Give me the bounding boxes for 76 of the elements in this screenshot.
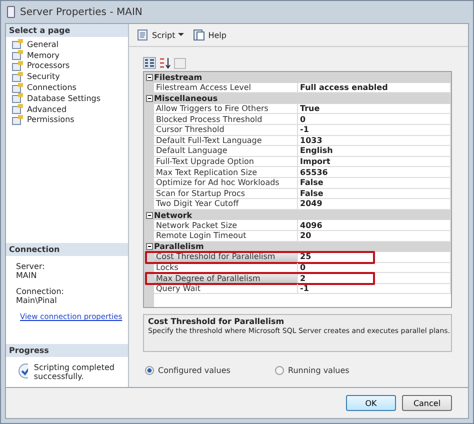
sidebar-item[interactable]: Database Settings <box>6 92 128 104</box>
section-header: Connection <box>6 242 128 256</box>
property-value[interactable]: True <box>298 104 451 114</box>
list-icon <box>145 59 154 67</box>
category-label: Parallelism <box>154 242 204 252</box>
dialog-button[interactable]: OK <box>346 395 396 411</box>
sidebar-item[interactable]: Advanced <box>6 104 128 115</box>
property-value[interactable]: -1 <box>298 284 451 294</box>
property-name[interactable]: Locks <box>154 262 298 274</box>
sidebar-item[interactable]: Processors <box>6 60 128 72</box>
collapse-icon[interactable] <box>146 243 152 250</box>
page-icon <box>12 60 24 71</box>
page-icon <box>12 39 24 50</box>
property-name[interactable]: Blocked Process Threshold <box>154 114 298 125</box>
sort-icon[interactable] <box>159 57 171 69</box>
collapse-icon[interactable] <box>146 94 152 102</box>
sidebar-item[interactable]: Permissions <box>6 114 128 126</box>
collapse-icon[interactable] <box>146 74 152 81</box>
page-icon <box>12 114 24 125</box>
window-title: Server Properties - MAIN <box>20 6 142 18</box>
collapse-icon[interactable] <box>146 212 152 219</box>
property-name[interactable]: Optimize for Ad hoc Workloads <box>154 178 298 189</box>
radio-icon[interactable] <box>275 366 284 375</box>
description-title: Cost Threshold for Parallelism <box>148 317 286 326</box>
section-header: Progress <box>6 344 128 357</box>
property-name[interactable]: Default Full-Text Language <box>154 136 298 146</box>
property-value[interactable]: 0 <box>298 114 451 125</box>
property-name[interactable]: Cursor Threshold <box>154 124 298 136</box>
property-value[interactable]: English <box>298 146 451 157</box>
check-icon <box>18 363 28 379</box>
property-name[interactable]: Max Text Replication Size <box>154 167 298 178</box>
radio-option[interactable]: Running values <box>275 366 405 375</box>
help-icon <box>193 29 206 41</box>
radio-icon[interactable] <box>145 366 154 375</box>
progress-status: Scripting completed successfully. <box>34 363 116 381</box>
property-name[interactable]: Default Language <box>154 146 298 157</box>
category-label: Network <box>154 210 192 220</box>
property-value[interactable]: 25 <box>298 252 451 263</box>
section-header: Select a page <box>6 24 128 37</box>
category-label: Filestream <box>154 72 202 82</box>
page-icon <box>12 72 24 82</box>
property-value[interactable]: 1033 <box>298 136 451 146</box>
property-name[interactable]: Full-Text Upgrade Option <box>154 156 298 168</box>
sidebar-item[interactable]: Memory <box>6 50 128 61</box>
property-value[interactable]: -1 <box>298 124 451 136</box>
property-value[interactable]: 4096 <box>298 220 451 231</box>
page-icon <box>12 50 24 60</box>
page-icon <box>12 93 24 104</box>
property-value[interactable]: 0 <box>298 262 451 274</box>
page-icon <box>12 82 24 93</box>
field-value: MAIN <box>16 270 38 280</box>
property-name[interactable]: Scan for Startup Procs <box>154 188 298 200</box>
property-value[interactable]: Import <box>298 156 451 168</box>
radio-option[interactable]: Configured values <box>145 366 275 375</box>
categorized-button[interactable] <box>143 57 156 69</box>
property-value[interactable]: 65536 <box>298 167 451 178</box>
help-button[interactable]: Help <box>191 28 228 42</box>
property-value[interactable]: False <box>298 178 451 189</box>
sidebar-item[interactable]: Connections <box>6 82 128 93</box>
property-value[interactable]: 2 <box>298 273 451 284</box>
property-value[interactable]: False <box>298 188 451 200</box>
sidebar-item[interactable]: General <box>6 39 128 50</box>
property-name[interactable]: Network Packet Size <box>154 220 298 231</box>
property-name[interactable]: Query Wait <box>154 284 298 294</box>
sidebar-item[interactable]: Security <box>6 71 128 82</box>
dialog-button[interactable]: Cancel <box>402 395 452 411</box>
category-label: Miscellaneous <box>154 94 218 103</box>
field-value: Main\Pinal <box>16 296 58 305</box>
property-name[interactable]: Allow Triggers to Fire Others <box>154 104 298 114</box>
field-label: Server: <box>16 262 46 271</box>
server-icon <box>7 6 15 18</box>
dropdown-arrow-icon[interactable] <box>178 33 186 37</box>
page-icon <box>12 104 24 114</box>
script-button[interactable]: Script <box>135 28 188 42</box>
script-icon <box>137 29 149 41</box>
field-label: Connection: <box>16 286 65 296</box>
